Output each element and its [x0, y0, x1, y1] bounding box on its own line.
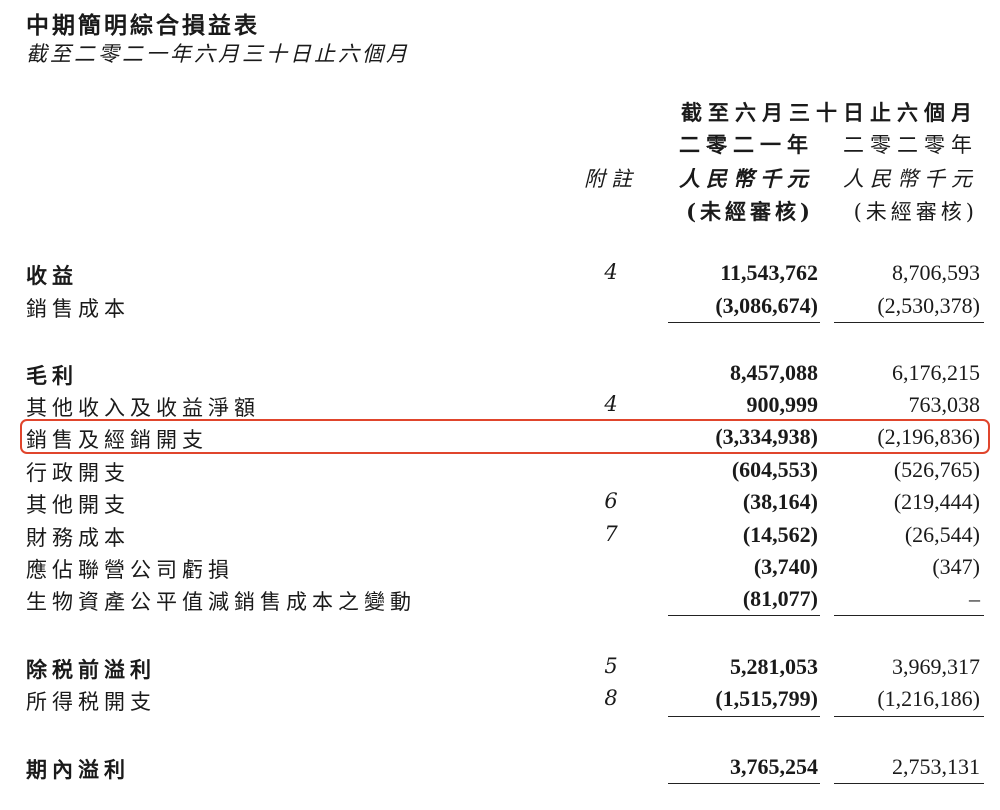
value-2021: (81,077) [742, 586, 818, 611]
row-label: 銷售成本 [26, 297, 130, 321]
row-label: 生物資產公平值減銷售成本之變動 [26, 590, 416, 614]
row-label: 其他收入及收益淨額 [26, 396, 260, 420]
year-2021-header: 二零二一年 [679, 132, 814, 157]
value-2020: (2,530,378) [877, 293, 980, 318]
table-row: 應佔聯營公司虧損 (3,740) (347) [0, 552, 1000, 584]
value-2020: – [969, 586, 980, 611]
value-2020: (26,544) [904, 522, 980, 547]
table-row: 所得税開支 8 (1,515,799) (1,216,186) [0, 684, 1000, 716]
value-2021: 5,281,053 [730, 654, 818, 679]
unit-2020-header: 人民幣千元 [843, 167, 978, 191]
value-2021: (1,515,799) [715, 686, 818, 711]
value-2020: (1,216,186) [877, 686, 980, 711]
table-row: 收益 4 11,543,762 8,706,593 [0, 258, 1000, 290]
value-2021: (3,086,674) [715, 293, 818, 318]
table-row: 其他開支 6 (38,164) (219,444) [0, 487, 1000, 519]
statement-title: 中期簡明綜合損益表 [26, 13, 260, 39]
highlight-box [20, 419, 990, 454]
subtotal-line [668, 322, 820, 323]
total-line [834, 783, 984, 784]
table-row: 其他收入及收益淨額 4 900,999 763,038 [0, 390, 1000, 422]
table-row: 除税前溢利 5 5,281,053 3,969,317 [0, 652, 1000, 684]
value-2020: (526,765) [893, 457, 980, 482]
value-2021: 8,457,088 [730, 360, 818, 385]
audit-2020-header: (未經審核) [853, 200, 978, 224]
value-2021: 11,543,762 [720, 260, 818, 285]
table-row: 期內溢利 3,765,254 2,753,131 [0, 752, 1000, 784]
row-note: 8 [604, 686, 618, 710]
row-note: 4 [604, 260, 618, 284]
subtotal-line [668, 615, 820, 616]
value-2021: (604,553) [731, 457, 818, 482]
row-label: 除税前溢利 [26, 658, 156, 682]
row-label: 應佔聯營公司虧損 [26, 558, 234, 582]
table-row: 毛利 8,457,088 6,176,215 [0, 358, 1000, 390]
row-note: 4 [604, 392, 618, 416]
row-label: 收益 [26, 264, 78, 288]
unit-2021-header: 人民幣千元 [679, 166, 814, 191]
row-label: 期內溢利 [26, 758, 130, 782]
row-label: 財務成本 [26, 526, 130, 550]
value-2021: 3,765,254 [730, 754, 818, 779]
value-2020: 2,753,131 [892, 754, 980, 779]
row-label: 其他開支 [26, 493, 130, 517]
table-row: 生物資產公平值減銷售成本之變動 (81,077) – [0, 584, 1000, 616]
row-label: 毛利 [26, 364, 78, 388]
table-row: 行政開支 (604,553) (526,765) [0, 455, 1000, 487]
year-2020-header: 二零二零年 [843, 133, 978, 157]
value-2020: 3,969,317 [892, 654, 980, 679]
subtotal-line [834, 615, 984, 616]
subtotal-line [668, 716, 820, 717]
value-2020: 6,176,215 [892, 360, 980, 385]
statement-subtitle: 截至二零二一年六月三十日止六個月 [26, 42, 410, 66]
period-header: 截至六月三十日止六個月 [681, 100, 978, 125]
value-2021: (38,164) [742, 489, 818, 514]
notes-header: 附註 [584, 167, 638, 191]
total-line [668, 783, 820, 784]
value-2021: (14,562) [742, 522, 818, 547]
row-note: 6 [604, 489, 618, 513]
row-label: 行政開支 [26, 461, 130, 485]
audit-2021-header: (未經審核) [686, 199, 814, 224]
value-2020: 763,038 [908, 392, 981, 417]
subtotal-line [834, 716, 984, 717]
value-2021: 900,999 [746, 392, 819, 417]
subtotal-line [834, 322, 984, 323]
row-note: 7 [604, 522, 618, 546]
row-label: 所得税開支 [26, 690, 156, 714]
row-note: 5 [604, 654, 618, 678]
value-2021: (3,740) [753, 554, 818, 579]
value-2020: 8,706,593 [892, 260, 980, 285]
table-row: 財務成本 7 (14,562) (26,544) [0, 520, 1000, 552]
value-2020: (347) [932, 554, 980, 579]
table-row: 銷售成本 (3,086,674) (2,530,378) [0, 291, 1000, 323]
value-2020: (219,444) [893, 489, 980, 514]
